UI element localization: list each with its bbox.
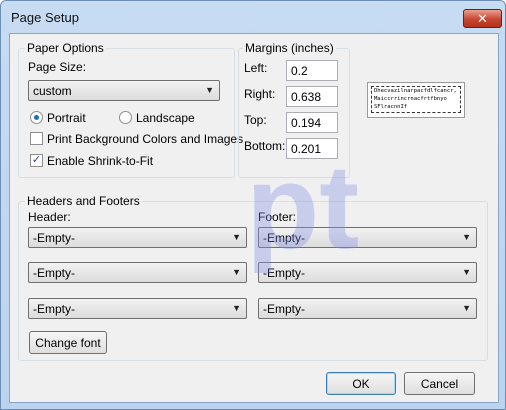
margin-bottom-input[interactable] [286, 138, 338, 159]
shrink-to-fit-label: Enable Shrink-to-Fit [47, 154, 154, 168]
print-background-checkbox[interactable] [30, 132, 43, 145]
landscape-label: Landscape [136, 111, 195, 125]
header-center-value: -Empty- [33, 266, 75, 280]
margin-left-input[interactable] [286, 60, 338, 81]
margin-top-input[interactable] [286, 112, 338, 133]
margin-left-label: Left: [244, 61, 268, 75]
header-left-value: -Empty- [33, 231, 75, 245]
dialog-body: Paper Options Page Size: custom ▼ Portra… [9, 33, 499, 403]
footer-right-value: -Empty- [263, 302, 305, 316]
footer-center-value: -Empty- [263, 266, 305, 280]
margin-right-input[interactable] [286, 86, 338, 107]
margin-right-label: Right: [244, 87, 276, 101]
chevron-down-icon: ▼ [232, 267, 241, 277]
title-bar[interactable]: Page Setup ✕ [1, 1, 505, 33]
header-right-value: -Empty- [33, 302, 75, 316]
preview-line-3: SFlracnnIf [374, 104, 408, 110]
print-background-label: Print Background Colors and Images [47, 132, 244, 146]
chevron-down-icon: ▼ [462, 303, 471, 313]
preview-margin-box: Dhecvazilnarpacfdlfcancr, Maiccrrincrnac… [371, 86, 461, 113]
ok-button[interactable]: OK [326, 372, 396, 395]
footer-right-select[interactable]: -Empty- ▼ [258, 298, 477, 319]
close-icon: ✕ [477, 10, 488, 26]
chevron-down-icon: ▼ [462, 267, 471, 277]
headers-footers-title: Headers and Footers [25, 194, 142, 208]
chevron-down-icon: ▼ [462, 232, 471, 242]
cancel-button[interactable]: Cancel [404, 372, 475, 395]
close-button[interactable]: ✕ [463, 9, 502, 28]
shrink-to-fit-checkbox[interactable]: ✓ [30, 154, 43, 167]
preview-line-2: Maiccrrincrnacfrtfbnyo [374, 96, 447, 102]
page-size-value: custom [33, 84, 72, 98]
page-size-label: Page Size: [28, 60, 87, 74]
chevron-down-icon: ▼ [232, 303, 241, 313]
header-left-select[interactable]: -Empty- ▼ [28, 227, 247, 248]
margins-title: Margins (inches) [243, 41, 336, 55]
chevron-down-icon: ▼ [232, 232, 241, 242]
window-title: Page Setup [11, 10, 79, 25]
header-center-select[interactable]: -Empty- ▼ [28, 262, 247, 283]
chevron-down-icon: ▼ [205, 85, 214, 95]
footer-center-select[interactable]: -Empty- ▼ [258, 262, 477, 283]
page-setup-dialog: Page Setup ✕ Paper Options Page Size: cu… [0, 0, 506, 410]
footer-left-select[interactable]: -Empty- ▼ [258, 227, 477, 248]
footer-label: Footer: [258, 210, 297, 224]
portrait-radio[interactable] [30, 111, 43, 124]
preview-line-1: Dhecvazilnarpacfdlfcancr, [374, 88, 457, 94]
footer-left-value: -Empty- [263, 231, 305, 245]
portrait-label: Portrait [47, 111, 86, 125]
margin-bottom-label: Bottom: [244, 139, 286, 153]
margin-top-label: Top: [244, 113, 267, 127]
header-right-select[interactable]: -Empty- ▼ [28, 298, 247, 319]
page-preview: Dhecvazilnarpacfdlfcancr, Maiccrrincrnac… [367, 82, 465, 118]
header-label: Header: [28, 210, 71, 224]
change-font-button[interactable]: Change font [29, 331, 107, 354]
landscape-radio[interactable] [119, 111, 132, 124]
page-size-select[interactable]: custom ▼ [28, 80, 220, 101]
paper-options-title: Paper Options [25, 41, 106, 55]
